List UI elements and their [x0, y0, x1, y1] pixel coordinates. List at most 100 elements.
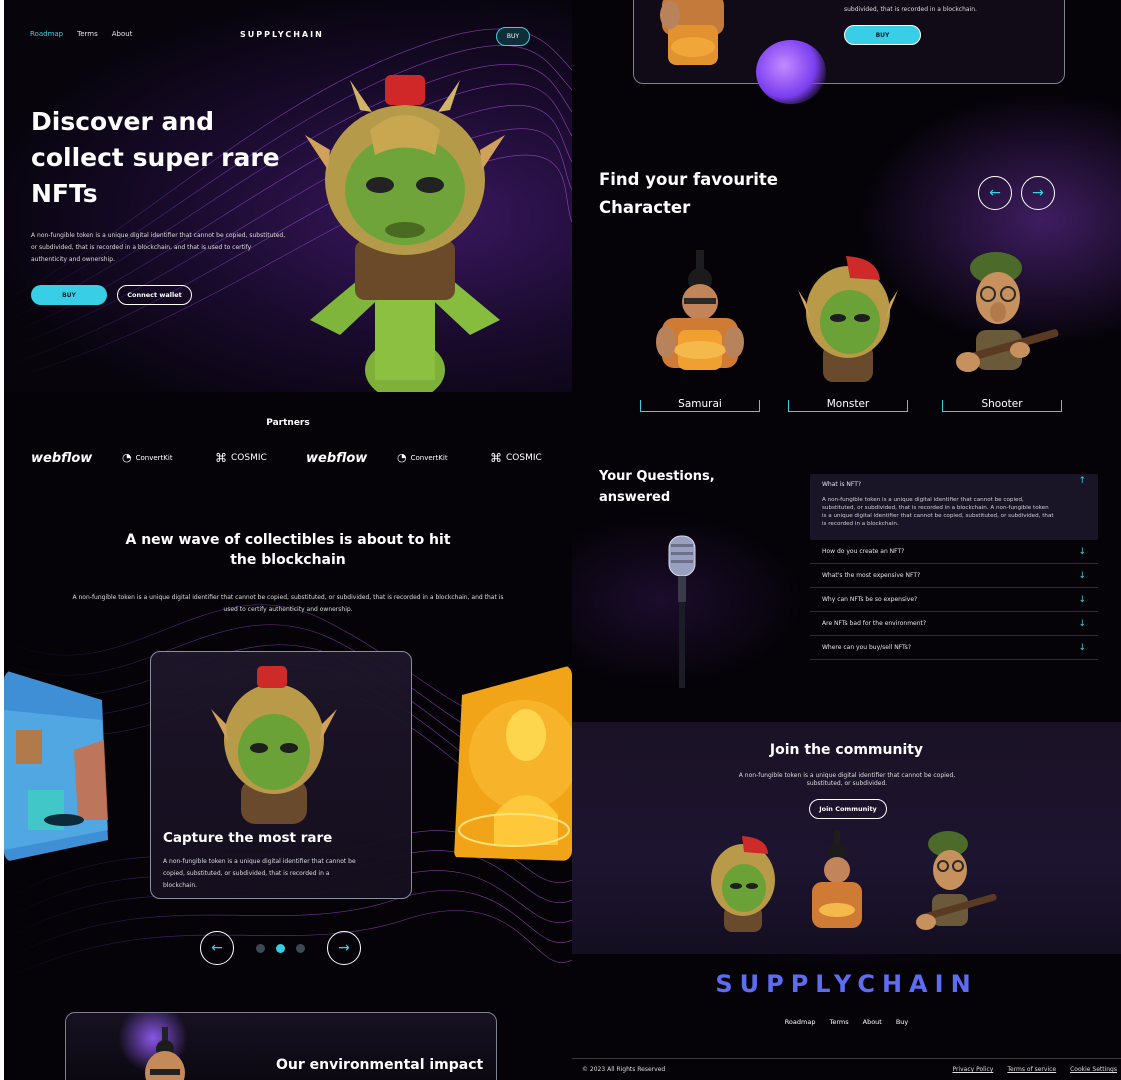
faq-question: What is NFT?: [822, 481, 862, 488]
partner-name: webflow: [31, 451, 93, 466]
featured-nft-card[interactable]: Capture the most rare A non-fungible tok…: [150, 651, 412, 899]
footer-divider: [572, 1058, 1121, 1059]
carousel-dot-3[interactable]: [296, 944, 305, 953]
hero-title: Discover and collect super rare NFTs: [31, 107, 280, 208]
footer-link-buy[interactable]: Buy: [896, 1018, 908, 1026]
cosmic-icon: ⌘: [215, 451, 227, 465]
connect-wallet-button[interactable]: Connect wallet: [117, 285, 192, 305]
character-card-monster[interactable]: Monster: [786, 248, 910, 412]
character-name-monster: Monster: [826, 398, 870, 410]
faq-item[interactable]: Are NFTs bad for the environment? ↓: [810, 612, 1098, 636]
arrow-down-icon: ↓: [1078, 570, 1086, 581]
carousel-prev-button[interactable]: ←: [200, 931, 234, 965]
nav-buy-button[interactable]: BUY: [496, 27, 530, 46]
monster-bust-illustration: [211, 666, 337, 824]
characters-title: Find your favourite Character: [599, 170, 778, 217]
purple-orb: [756, 40, 826, 104]
environment-card-continued[interactable]: subdivided, that is recorded in a blockc…: [633, 0, 1065, 84]
partner-name: webflow: [306, 451, 368, 466]
samurai-illustration: [656, 250, 744, 370]
partner-webflow-logo[interactable]: webflow: [306, 451, 367, 466]
cookie-settings-link[interactable]: Cookie Settings: [1070, 1066, 1117, 1073]
copyright-text: © 2023 All Rights Reserved: [582, 1066, 666, 1073]
side-card-left-image[interactable]: [4, 670, 110, 862]
top-nav: Roadmap Terms About: [30, 30, 132, 38]
community-description: A non-fungible token is a unique digital…: [738, 772, 956, 787]
character-name-shooter: Shooter: [981, 398, 1023, 410]
faq-question: How do you create an NFT?: [822, 548, 905, 555]
hero-description: A non-fungible token is a unique digital…: [31, 232, 286, 263]
arrow-down-icon: ↓: [1078, 618, 1086, 629]
partner-convertkit-logo[interactable]: ◔ ConvertKit: [122, 451, 173, 464]
microphone-illustration: [668, 535, 696, 688]
arrow-up-icon[interactable]: ↑: [1078, 476, 1086, 486]
partner-cosmic-logo[interactable]: ⌘ COSMIC: [490, 451, 542, 465]
carousel-dot-2[interactable]: [276, 944, 285, 953]
nav-about[interactable]: About: [112, 30, 133, 38]
character-card-samurai[interactable]: Samurai: [638, 248, 762, 412]
landing-page-right: subdivided, that is recorded in a blockc…: [572, 0, 1121, 1080]
side-card-right-image[interactable]: [454, 665, 572, 861]
faq-item[interactable]: Where can you buy/sell NFTs? ↓: [810, 636, 1098, 660]
partners-title: Partners: [266, 418, 310, 428]
carousel-dot-1[interactable]: [256, 944, 265, 953]
partner-name: COSMIC: [506, 453, 542, 463]
faq-question: Are NFTs bad for the environment?: [822, 620, 927, 627]
faq-item[interactable]: What's the most expensive NFT? ↓: [810, 564, 1098, 588]
nav-roadmap[interactable]: Roadmap: [30, 30, 63, 38]
arrow-right-icon: →: [338, 940, 350, 956]
samurai-torso-illustration: [660, 0, 724, 65]
footer-link-about[interactable]: About: [863, 1018, 882, 1026]
faq-question: Where can you buy/sell NFTs?: [822, 644, 912, 651]
arrow-down-icon: ↓: [1078, 546, 1086, 557]
footer-link-terms[interactable]: Terms: [829, 1018, 848, 1026]
legal-links: Privacy Policy Terms of service Cookie S…: [952, 1066, 1117, 1073]
card-title: Capture the most rare: [163, 830, 333, 846]
brand-logo[interactable]: SUPPLYCHAIN: [240, 30, 324, 39]
arrow-left-icon: ←: [211, 940, 223, 956]
characters-next-button[interactable]: →: [1021, 176, 1055, 210]
top-card-buy-button[interactable]: BUY: [844, 25, 921, 45]
arrow-right-icon: →: [1032, 185, 1044, 201]
partner-convertkit-logo[interactable]: ◔ ConvertKit: [397, 451, 448, 464]
partner-name: COSMIC: [231, 453, 267, 463]
shooter-illustration: [956, 252, 1059, 372]
characters-prev-button[interactable]: ←: [978, 176, 1012, 210]
partner-name: ConvertKit: [410, 453, 448, 462]
collectibles-title: A new wave of collectibles is about to h…: [125, 532, 451, 568]
character-card-shooter[interactable]: Shooter: [940, 248, 1064, 412]
privacy-policy-link[interactable]: Privacy Policy: [952, 1066, 993, 1073]
collectibles-description: A non-fungible token is a unique digital…: [72, 594, 504, 613]
monster-illustration: [798, 256, 898, 382]
monster-bust-illustration: [711, 836, 775, 932]
convertkit-icon: ◔: [122, 451, 132, 464]
nav-terms[interactable]: Terms: [77, 30, 98, 38]
partner-webflow-logo[interactable]: webflow: [31, 451, 92, 466]
partner-cosmic-logo[interactable]: ⌘ COSMIC: [215, 451, 267, 465]
faq-question: What's the most expensive NFT?: [822, 572, 921, 579]
hero-buy-button[interactable]: BUY: [31, 285, 107, 305]
monster-character-illustration: [305, 75, 505, 392]
environmental-impact-title: Our environmental impact: [276, 1057, 484, 1073]
character-name-samurai: Samurai: [678, 398, 722, 410]
samurai-head-illustration: [145, 1027, 185, 1080]
faq-item[interactable]: Why can NFTs be so expensive? ↓: [810, 588, 1098, 612]
faq-question: Why can NFTs be so expensive?: [822, 596, 918, 603]
cosmic-icon: ⌘: [490, 451, 502, 465]
faq-answer: A non-fungible token is a unique digital…: [822, 497, 1054, 527]
carousel-next-button[interactable]: →: [327, 931, 361, 965]
arrow-left-icon: ←: [989, 185, 1001, 201]
arrow-down-icon: ↓: [1078, 594, 1086, 605]
join-community-button[interactable]: Join Community: [809, 799, 887, 819]
footer-link-roadmap[interactable]: Roadmap: [785, 1018, 816, 1026]
environmental-impact-card[interactable]: Our environmental impact: [65, 1012, 497, 1080]
footer-brand-logo[interactable]: SUPPLYCHAIN: [572, 970, 1121, 998]
faq-title: Your Questions, answered: [599, 469, 715, 505]
faq-item-open[interactable]: What is NFT? ↑ A non-fungible token is a…: [810, 474, 1098, 540]
community-title: Join the community: [769, 742, 924, 758]
convertkit-icon: ◔: [397, 451, 407, 464]
top-card-text: subdivided, that is recorded in a blockc…: [844, 6, 977, 13]
terms-of-service-link[interactable]: Terms of service: [1007, 1066, 1056, 1073]
faq-item[interactable]: How do you create an NFT? ↓: [810, 540, 1098, 564]
landing-page-left: Roadmap Terms About SUPPLYCHAIN BUY Disc…: [4, 0, 572, 1080]
